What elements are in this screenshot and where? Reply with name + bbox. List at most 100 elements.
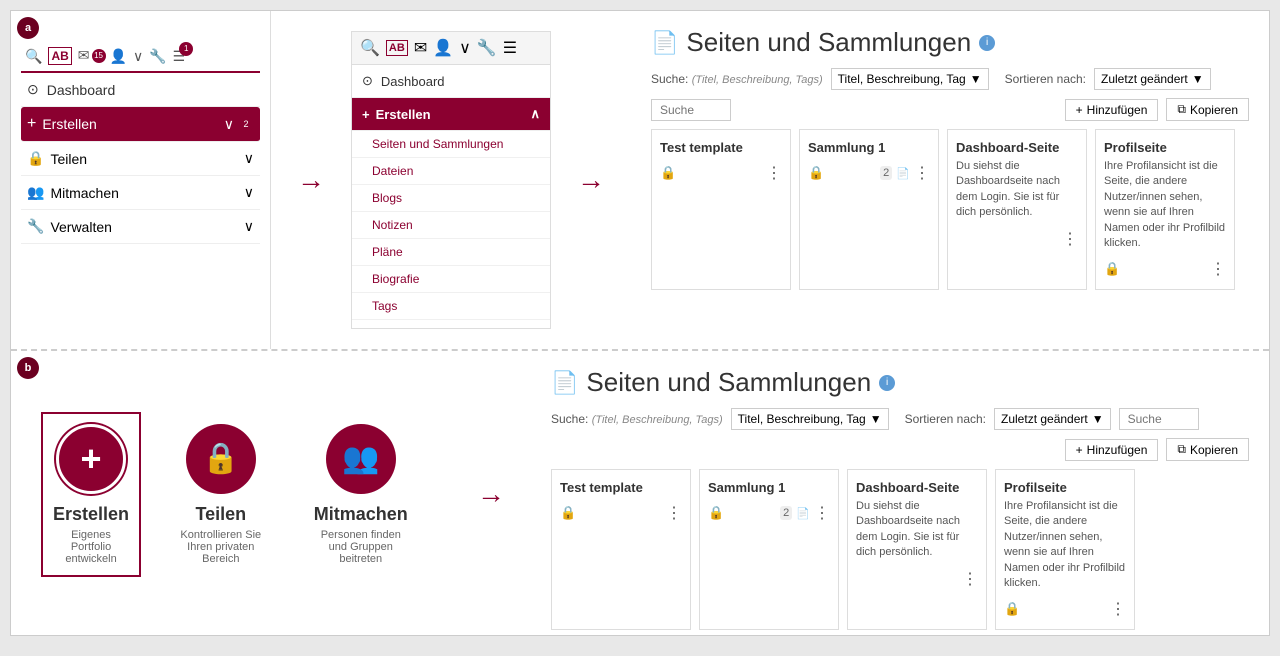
sort-label: Sortieren nach:: [1005, 72, 1086, 86]
card-b-menu-3[interactable]: ⋮: [1110, 599, 1126, 619]
user-icon[interactable]: 👤: [110, 48, 127, 65]
ab-icon[interactable]: AB: [48, 47, 71, 65]
card-b-text-3: Ihre Profilansicht ist die Seite, die an…: [1004, 499, 1126, 591]
card-b-icons-1: 2 📄 ⋮: [780, 503, 830, 523]
mail-badge: 15: [92, 49, 106, 63]
copy-label: Kopieren: [1190, 103, 1238, 117]
card-menu-0[interactable]: ⋮: [766, 163, 782, 183]
card-menu-1[interactable]: ⋮: [914, 163, 930, 183]
exp-erstellen-header[interactable]: + Erstellen ∧: [352, 98, 550, 131]
card-b-sammlung: Sammlung 1 🔒 2 📄 ⋮: [699, 469, 839, 630]
info-icon-b[interactable]: i: [879, 375, 895, 391]
exp-user-icon[interactable]: 👤: [433, 38, 453, 58]
dashboard-icon: ⊙: [27, 81, 39, 98]
card-menu-2[interactable]: ⋮: [1062, 229, 1078, 249]
bottom-half: b + Erstellen Eigenes Portfolio entwicke…: [11, 351, 1269, 637]
exp-sub-tags[interactable]: Tags: [352, 293, 550, 320]
copy-button[interactable]: ⧉ Kopieren: [1166, 98, 1249, 121]
verwalten-label: Verwalten: [50, 219, 111, 235]
card-b-menu-2[interactable]: ⋮: [962, 569, 978, 589]
search-input-b[interactable]: [1119, 408, 1199, 430]
card-menu-3[interactable]: ⋮: [1210, 259, 1226, 279]
add-button-b[interactable]: + Hinzufügen: [1065, 439, 1159, 461]
page-title-b: Seiten und Sammlungen: [586, 367, 871, 398]
exp-wrench-icon[interactable]: 🔧: [477, 38, 497, 58]
search-placeholder-text-b: (Titel, Beschreibung, Tags): [592, 414, 723, 426]
exp-ab-icon[interactable]: AB: [386, 40, 408, 56]
menu-badge: 1: [179, 42, 193, 56]
sort-dropdown-b[interactable]: Zuletzt geändert ▼: [994, 408, 1111, 430]
page-doc-icon-b: 📄: [551, 370, 578, 396]
chevron-down-icon: ∨: [224, 116, 234, 133]
arrow-1: →: [271, 11, 351, 349]
card-b-file-icon-1: 📄: [796, 507, 810, 520]
teilen-label: Teilen: [50, 151, 87, 167]
filter-dropdown-b[interactable]: Titel, Beschreibung, Tag ▼: [731, 408, 889, 430]
nav-dashboard[interactable]: ⊙ Dashboard: [21, 73, 260, 107]
exp-sub-plaene[interactable]: Pläne: [352, 239, 550, 266]
arrow-right-3-icon: →: [477, 478, 505, 510]
search-input[interactable]: [651, 99, 731, 121]
big-share-label: Teilen: [195, 504, 246, 525]
copy-button-b[interactable]: ⧉ Kopieren: [1166, 438, 1249, 461]
arrow-3: →: [451, 351, 531, 637]
big-icon-share-wrapper[interactable]: 🔒 Teilen Kontrollieren Sie Ihren private…: [161, 414, 280, 575]
card-b-menu-0[interactable]: ⋮: [666, 503, 682, 523]
page-title: Seiten und Sammlungen: [686, 27, 971, 58]
card-b-menu-1[interactable]: ⋮: [814, 503, 830, 523]
big-icon-create-circle: +: [56, 424, 126, 494]
big-icon-create-wrapper[interactable]: + Erstellen Eigenes Portfolio entwickeln: [41, 412, 141, 577]
menu-icon[interactable]: ☰1: [173, 48, 186, 65]
add-button[interactable]: + Hinzufügen: [1065, 99, 1159, 121]
exp-erstellen-label: Erstellen: [376, 107, 431, 122]
plus-icon: +: [27, 115, 36, 133]
search-icon[interactable]: 🔍: [25, 48, 42, 65]
exp-menu-icon[interactable]: ☰: [503, 38, 517, 58]
exp-sub-seiten[interactable]: Seiten und Sammlungen: [352, 131, 550, 158]
filter-option-text-b: Titel, Beschreibung, Tag: [738, 412, 866, 426]
search-bar-row-b: Suche: (Titel, Beschreibung, Tags) Titel…: [551, 408, 1249, 461]
info-icon[interactable]: i: [979, 35, 995, 51]
card-b-title-0: Test template: [560, 480, 682, 495]
exp-chevron-up-icon: ∧: [530, 106, 540, 122]
search-placeholder-text: (Titel, Beschreibung, Tags): [692, 74, 823, 86]
section-b-label: b: [17, 357, 39, 379]
mitmachen-label: Mitmachen: [50, 185, 118, 201]
sort-dropdown[interactable]: Zuletzt geändert ▼: [1094, 68, 1211, 90]
chevron-icon[interactable]: ∨: [133, 48, 143, 65]
exp-sub-notizen[interactable]: Notizen: [352, 212, 550, 239]
exp-lock-icon: 🔒: [362, 328, 378, 329]
exp-sub-blogs[interactable]: Blogs: [352, 185, 550, 212]
big-icon-join-wrapper[interactable]: 👥 Mitmachen Personen finden und Gruppen …: [301, 414, 421, 575]
sidebar-item-erstellen[interactable]: + Erstellen ∨ 2: [21, 107, 260, 142]
card-b-count-1: 2: [780, 506, 792, 520]
top-half: a 🔍 AB ✉15 👤 ∨ 🔧 ☰1 ⊙ Dashboard: [11, 11, 1269, 351]
card-b-test-template: Test template 🔒 ⋮: [551, 469, 691, 630]
exp-teilen-section[interactable]: 🔒 Teilen ∨: [352, 320, 550, 329]
card-lock-0: 🔒: [660, 165, 676, 181]
big-icon-join-circle: 👥: [326, 424, 396, 494]
card-b-title-2: Dashboard-Seite: [856, 480, 978, 495]
card-b-footer-2: ⋮: [856, 569, 978, 589]
search-label-b: Suche: (Titel, Beschreibung, Tags): [551, 412, 723, 426]
exp-sub-biografie[interactable]: Biografie: [352, 266, 550, 293]
exp-sub-dateien[interactable]: Dateien: [352, 158, 550, 185]
sidebar-item-verwalten[interactable]: 🔧 Verwalten ∨: [21, 210, 260, 244]
exp-search-icon[interactable]: 🔍: [360, 38, 380, 58]
sidebar-item-mitmachen[interactable]: 👥 Mitmachen ∨: [21, 176, 260, 210]
wrench-icon[interactable]: 🔧: [149, 48, 166, 65]
card-title-3: Profilseite: [1104, 140, 1226, 155]
mail-icon[interactable]: ✉15: [78, 47, 104, 65]
erstellen-label: Erstellen: [42, 116, 96, 132]
exp-mail-icon[interactable]: ✉: [414, 38, 427, 58]
exp-teilen-label: Teilen: [384, 329, 418, 330]
add-label: Hinzufügen: [1087, 103, 1148, 117]
card-dashboard-seite: Dashboard-Seite Du siehst die Dashboards…: [947, 129, 1087, 290]
card-title-0: Test template: [660, 140, 782, 155]
filter-dropdown[interactable]: Titel, Beschreibung, Tag ▼: [831, 68, 989, 90]
exp-dashboard[interactable]: ⊙ Dashboard: [352, 65, 550, 98]
big-join-sub: Personen finden und Gruppen beitreten: [311, 529, 411, 565]
card-test-template: Test template 🔒 ⋮: [651, 129, 791, 290]
sidebar-item-teilen[interactable]: 🔒 Teilen ∨: [21, 142, 260, 176]
add-icon: +: [1076, 103, 1083, 117]
